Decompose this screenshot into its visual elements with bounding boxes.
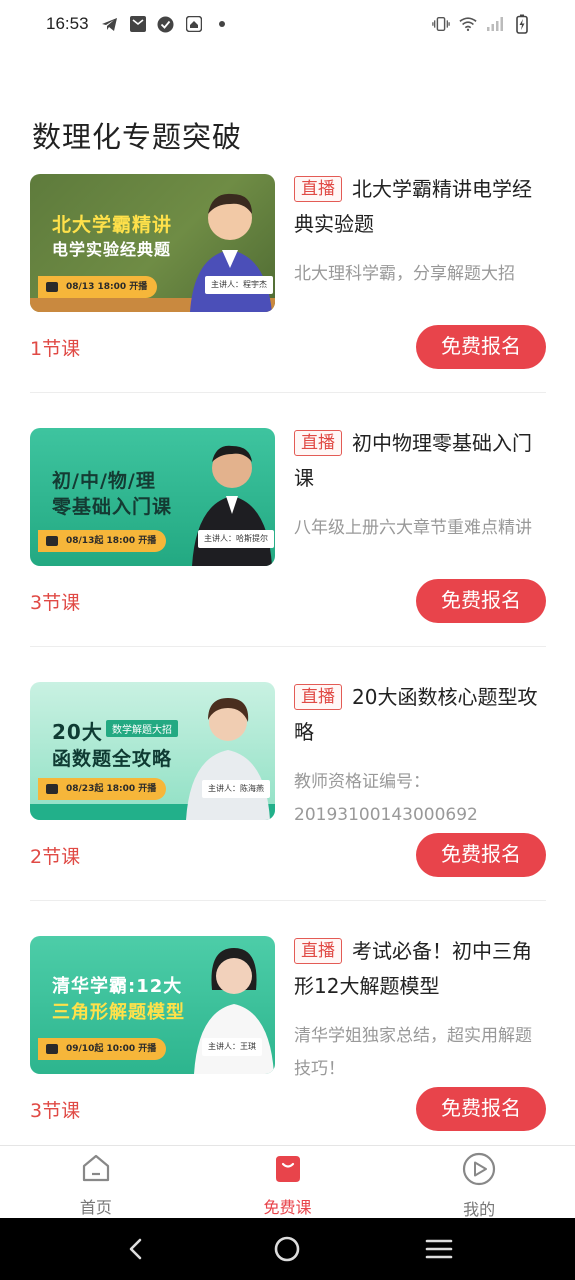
course-title[interactable]: 直播 考试必备！初中三角形12大解题模型 (294, 934, 546, 1004)
divider (30, 646, 546, 647)
signal-icon (486, 15, 504, 33)
thumb-headline: 20大 (52, 720, 103, 744)
course-card[interactable]: 初/中/物/理 零基础入门课 主讲人：哈斯提尔 08/13起 18:00 开播 … (30, 426, 546, 680)
lesson-count: 2节课 (30, 846, 81, 868)
thumb-teacher: 主讲人：程宇杰 (205, 276, 273, 294)
course-desc: 教师资格证编号：20193100143000692 (294, 772, 478, 825)
bottom-tab-bar: 首页 免费课 我的 (0, 1145, 575, 1219)
home-icon (79, 1152, 113, 1184)
free-signup-button[interactable]: 免费报名 (416, 833, 546, 877)
course-thumbnail[interactable]: 北大学霸精讲 电学实验经典题 主讲人：程宇杰 08/13 18:00 开播 (30, 174, 275, 312)
free-signup-button[interactable]: 免费报名 (416, 325, 546, 369)
thumb-subheadline: 三角形解题模型 (52, 1002, 185, 1023)
course-list: 北大学霸精讲 电学实验经典题 主讲人：程宇杰 08/13 18:00 开播 直播… (30, 172, 546, 1188)
menu-icon[interactable] (419, 1229, 459, 1269)
thumb-teacher: 主讲人：陈海燕 (202, 780, 270, 798)
live-badge: 直播 (294, 176, 342, 202)
tab-mine[interactable]: 我的 (383, 1146, 575, 1219)
thumb-date: 08/23起 18:00 开播 (38, 778, 167, 800)
section-title: 数理化专题突破 (32, 120, 243, 154)
thumb-subheadline: 零基础入门课 (52, 496, 173, 518)
live-badge: 直播 (294, 684, 342, 710)
wifi-icon (459, 15, 477, 33)
course-desc: 清华学姐独家总结，超实用解题技巧！ (294, 1026, 532, 1079)
check-circle-icon (157, 15, 175, 33)
system-nav-bar (0, 1218, 575, 1280)
course-info: 直播 考试必备！初中三角形12大解题模型 清华学姐独家总结，超实用解题技巧！ (294, 934, 546, 1086)
status-bar: 16:53 (0, 0, 575, 48)
course-thumbnail[interactable]: 清华学霸:12大 三角形解题模型 主讲人：王琪 09/10起 10:00 开播 (30, 936, 275, 1074)
free-signup-button[interactable]: 免费报名 (416, 579, 546, 623)
battery-charging-icon (513, 14, 531, 34)
tab-label: 免费课 (263, 1198, 312, 1217)
live-badge: 直播 (294, 938, 342, 964)
thumb-headline: 清华学霸:12大 (52, 976, 183, 997)
course-card[interactable]: 20大 数学解题大招 函数题全攻略 主讲人：陈海燕 08/23起 18:00 开… (30, 680, 546, 934)
course-info: 直播 北大学霸精讲电学经典实验题 北大理科学霸，分享解题大招 (294, 172, 546, 291)
thumb-date: 08/13起 18:00 开播 (38, 530, 167, 552)
telegram-icon (101, 15, 119, 33)
notification-icons (101, 15, 231, 33)
system-icons (432, 14, 531, 34)
divider (30, 392, 546, 393)
thumb-teacher: 主讲人：王琪 (202, 1038, 262, 1056)
lesson-count: 3节课 (30, 1100, 81, 1122)
status-time: 16:53 (46, 14, 89, 33)
course-info: 直播 初中物理零基础入门课 八年级上册六大章节重难点精讲 (294, 426, 546, 545)
course-thumbnail[interactable]: 初/中/物/理 零基础入门课 主讲人：哈斯提尔 08/13起 18:00 开播 (30, 428, 275, 566)
thumb-subheadline: 函数题全攻略 (52, 748, 173, 770)
course-desc: 北大理科学霸，分享解题大招 (294, 264, 515, 284)
home-circle-icon[interactable] (267, 1229, 307, 1269)
tab-free-course[interactable]: 免费课 (192, 1146, 384, 1218)
free-course-icon (271, 1152, 305, 1184)
mail-icon (129, 15, 147, 33)
thumb-date: 09/10起 10:00 开播 (38, 1038, 167, 1060)
course-title[interactable]: 直播 20大函数核心题型攻略 (294, 680, 546, 750)
thumb-tag: 数学解题大招 (106, 720, 178, 737)
dot-icon (213, 15, 231, 33)
tab-label: 我的 (463, 1200, 496, 1219)
thumb-headline: 初/中/物/理 (52, 470, 156, 492)
back-icon[interactable] (116, 1229, 156, 1269)
course-thumbnail[interactable]: 20大 数学解题大招 函数题全攻略 主讲人：陈海燕 08/23起 18:00 开… (30, 682, 275, 820)
course-desc: 八年级上册六大章节重难点精讲 (294, 518, 532, 538)
tab-home[interactable]: 首页 (0, 1146, 192, 1218)
divider (30, 900, 546, 901)
thumb-date: 08/13 18:00 开播 (38, 276, 158, 298)
free-signup-button[interactable]: 免费报名 (416, 1087, 546, 1131)
live-badge: 直播 (294, 430, 342, 456)
app-icon (185, 15, 203, 33)
thumb-headline: 北大学霸精讲 (52, 214, 173, 236)
course-info: 直播 20大函数核心题型攻略 教师资格证编号：20193100143000692 (294, 680, 546, 832)
course-title[interactable]: 直播 北大学霸精讲电学经典实验题 (294, 172, 546, 242)
tab-label: 首页 (79, 1198, 112, 1217)
thumb-teacher: 主讲人：哈斯提尔 (198, 530, 274, 548)
teacher-photo (180, 688, 274, 820)
course-card[interactable]: 北大学霸精讲 电学实验经典题 主讲人：程宇杰 08/13 18:00 开播 直播… (30, 172, 546, 426)
course-title[interactable]: 直播 初中物理零基础入门课 (294, 426, 546, 496)
play-circle-icon (462, 1152, 496, 1186)
thumb-subheadline: 电学实验经典题 (52, 240, 172, 259)
lesson-count: 3节课 (30, 592, 81, 614)
lesson-count: 1节课 (30, 338, 81, 360)
vibrate-icon (432, 15, 450, 33)
